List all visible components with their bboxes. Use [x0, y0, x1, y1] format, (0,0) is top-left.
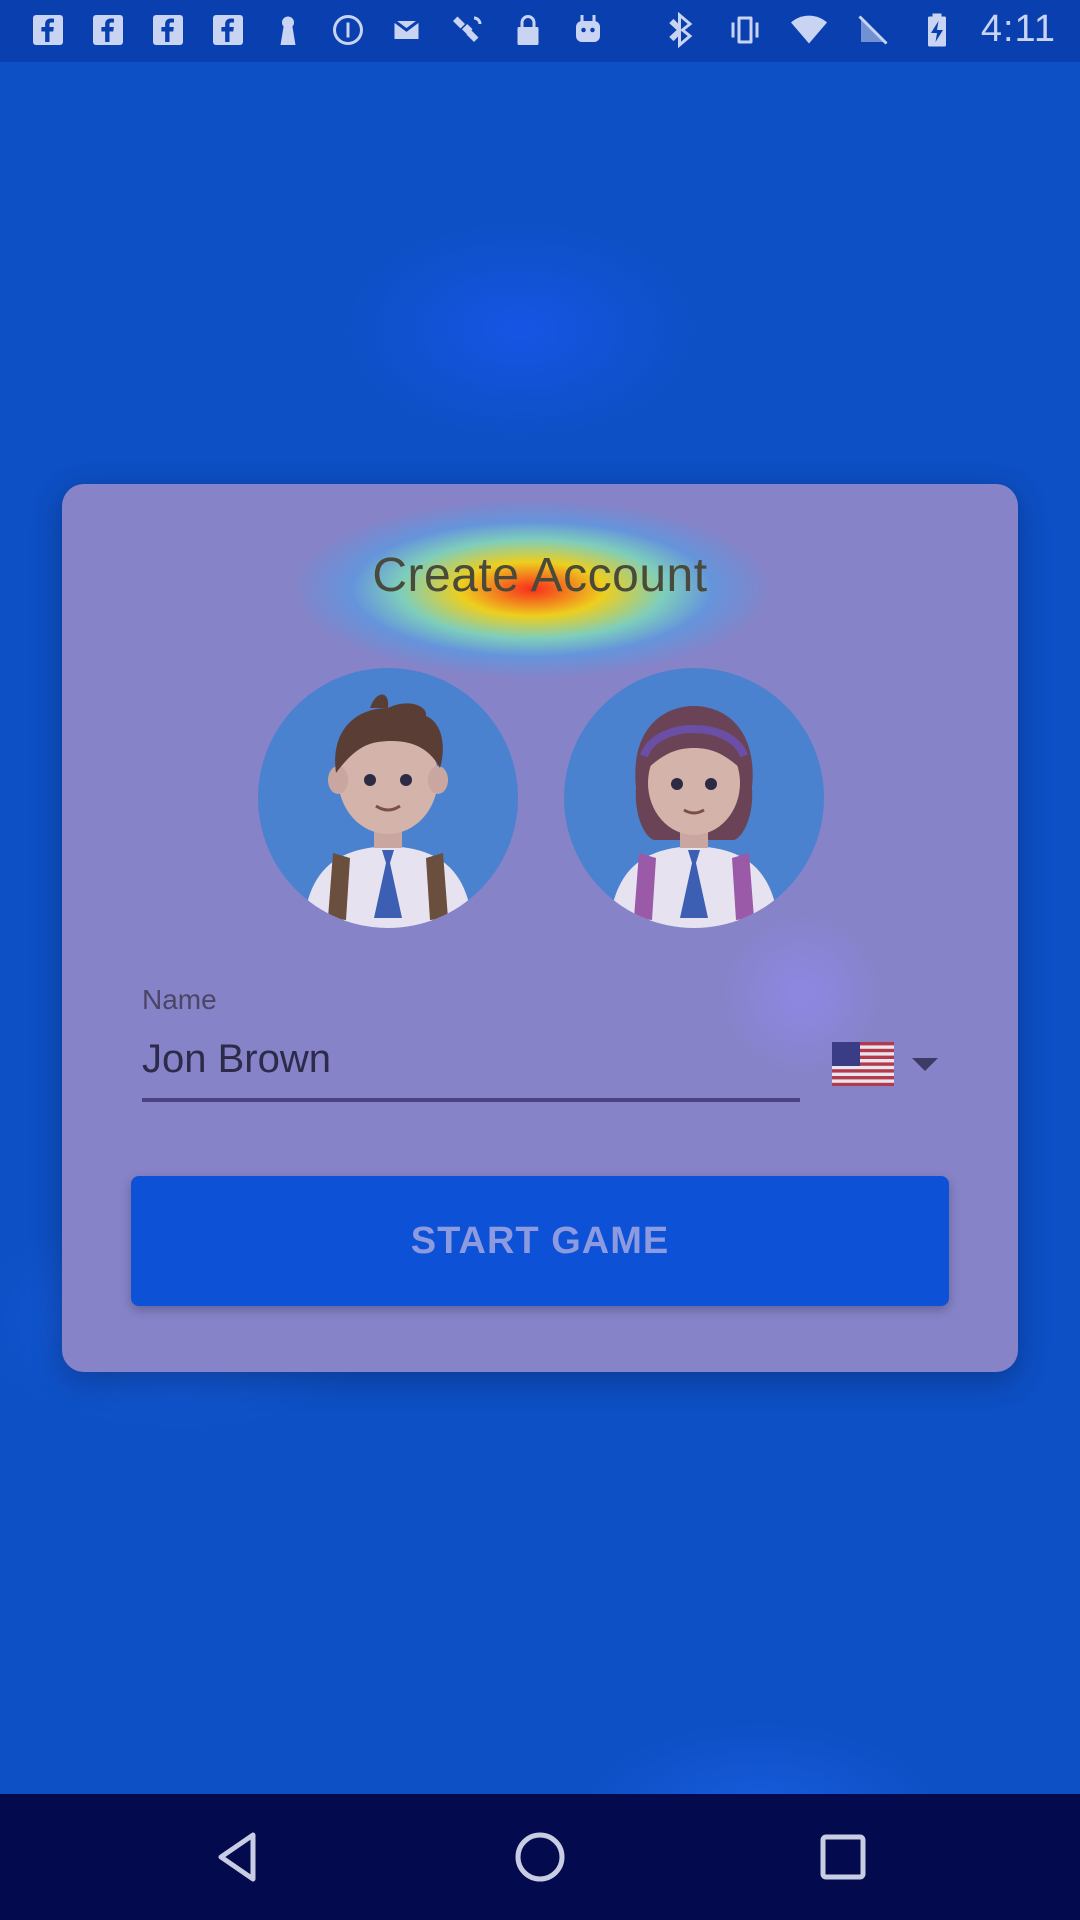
status-bar: 4:11: [0, 0, 1080, 62]
page-title: Create Account: [372, 549, 708, 602]
android-icon: [568, 10, 608, 50]
recents-icon[interactable]: [810, 1824, 876, 1890]
back-icon[interactable]: [206, 1824, 272, 1890]
satellite-icon: [448, 10, 488, 50]
girl-avatar-illustration: [609, 706, 779, 928]
chevron-down-icon: [912, 1057, 938, 1071]
lock-icon: [508, 10, 548, 50]
boy-avatar-illustration: [303, 694, 473, 928]
us-flag-icon: [832, 1042, 894, 1086]
home-icon[interactable]: [507, 1824, 573, 1890]
name-input-underline: [142, 1098, 800, 1102]
navigation-bar: [0, 1794, 1080, 1920]
facebook-icon: [208, 10, 248, 50]
country-select[interactable]: [832, 1036, 952, 1092]
facebook-icon: [148, 10, 188, 50]
start-game-button[interactable]: START GAME: [131, 1176, 949, 1306]
battery-charging-icon: [917, 10, 957, 50]
name-input[interactable]: [142, 1032, 800, 1086]
no-sim-icon: [853, 10, 893, 50]
info-circle-icon: [328, 10, 368, 50]
clock: 4:11: [980, 8, 1056, 50]
vibrate-icon: [725, 10, 765, 50]
name-label: Name: [142, 984, 217, 1015]
system-icons: 4:11: [661, 8, 1056, 51]
boy-avatar[interactable]: [258, 668, 518, 928]
notification-icons: [28, 10, 608, 50]
facebook-icon: [28, 10, 68, 50]
wifi-icon: [789, 10, 829, 50]
facebook-icon: [88, 10, 128, 50]
bluetooth-icon: [661, 10, 701, 50]
keyhole-icon: [268, 10, 308, 50]
mail-icon: [388, 10, 428, 50]
girl-avatar[interactable]: [564, 668, 824, 928]
create-account-card: Create Account Name Jon Brown START GAME: [62, 484, 1018, 1372]
